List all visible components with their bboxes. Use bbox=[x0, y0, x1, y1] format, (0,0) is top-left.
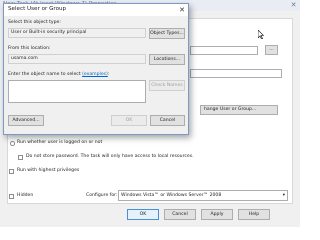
parent-close-icon[interactable]: ✕ bbox=[287, 0, 300, 11]
enter-names-text: Enter the object name to select bbox=[8, 72, 81, 77]
change-user-button[interactable]: hange User or Group... bbox=[200, 105, 278, 115]
run-whether-logged-on-radio[interactable] bbox=[10, 141, 15, 146]
object-type-label: Select this object type: bbox=[8, 20, 61, 25]
dialog-cancel-button[interactable]: Cancel bbox=[150, 115, 185, 126]
object-type-field: User or Built-in security principal bbox=[8, 28, 146, 38]
parent-cancel-button[interactable]: Cancel bbox=[164, 209, 196, 220]
configure-for-label: Configure for: bbox=[86, 193, 118, 198]
location-label: From this location: bbox=[8, 46, 51, 51]
browse-button[interactable]: ... bbox=[265, 45, 278, 55]
do-not-store-password-label: Do not store password. The task will onl… bbox=[26, 154, 194, 159]
description-field[interactable] bbox=[190, 69, 282, 78]
check-names-button[interactable]: Check Names bbox=[149, 80, 185, 91]
chevron-down-icon: ▾ bbox=[282, 193, 285, 198]
object-names-textarea[interactable] bbox=[8, 80, 146, 103]
parent-apply-button[interactable]: Apply bbox=[201, 209, 233, 220]
select-user-dialog: Select User or Group ✕ Select this objec… bbox=[3, 3, 189, 135]
parent-ok-button[interactable]: OK bbox=[127, 209, 159, 220]
mouse-cursor-icon bbox=[258, 30, 264, 39]
locations-button[interactable]: Locations... bbox=[149, 54, 185, 65]
dialog-body: Select this object type: User or Built-i… bbox=[4, 16, 188, 134]
enter-names-label: Enter the object name to select (example… bbox=[8, 72, 109, 77]
user-account-field[interactable] bbox=[190, 46, 258, 55]
hidden-label: Hidden bbox=[17, 193, 34, 198]
dialog-ok-button[interactable]: OK bbox=[111, 115, 147, 126]
examples-link[interactable]: (examples) bbox=[82, 72, 108, 77]
configure-for-select[interactable]: Windows Vista™ or Windows Server™ 2008 ▾ bbox=[118, 190, 288, 201]
enter-names-suffix: : bbox=[107, 72, 110, 77]
object-types-button[interactable]: Object Types... bbox=[149, 28, 185, 39]
run-whether-logged-on-label: Run whether user is logged on or not bbox=[17, 140, 103, 145]
run-highest-privileges-checkbox[interactable] bbox=[9, 169, 14, 174]
location-field: usama.com bbox=[8, 54, 146, 64]
run-highest-privileges-label: Run with highest privileges bbox=[17, 168, 80, 173]
hidden-checkbox[interactable] bbox=[9, 194, 14, 199]
dialog-close-icon[interactable]: ✕ bbox=[176, 4, 188, 16]
advanced-button[interactable]: Advanced... bbox=[8, 115, 44, 126]
dialog-title: Select User or Group bbox=[8, 6, 67, 12]
configure-for-value: Windows Vista™ or Windows Server™ 2008 bbox=[121, 193, 222, 198]
parent-help-button[interactable]: Help bbox=[238, 209, 270, 220]
do-not-store-password-checkbox[interactable] bbox=[18, 155, 23, 160]
